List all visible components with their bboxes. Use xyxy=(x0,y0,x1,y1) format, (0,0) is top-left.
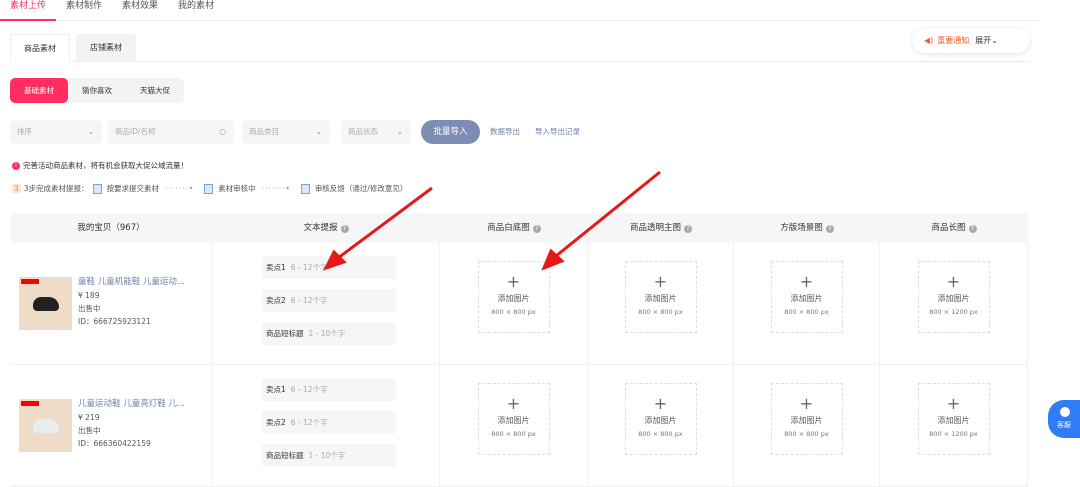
red-arrow xyxy=(555,170,661,258)
annotation-arrows xyxy=(323,170,661,271)
red-arrow xyxy=(337,186,433,260)
